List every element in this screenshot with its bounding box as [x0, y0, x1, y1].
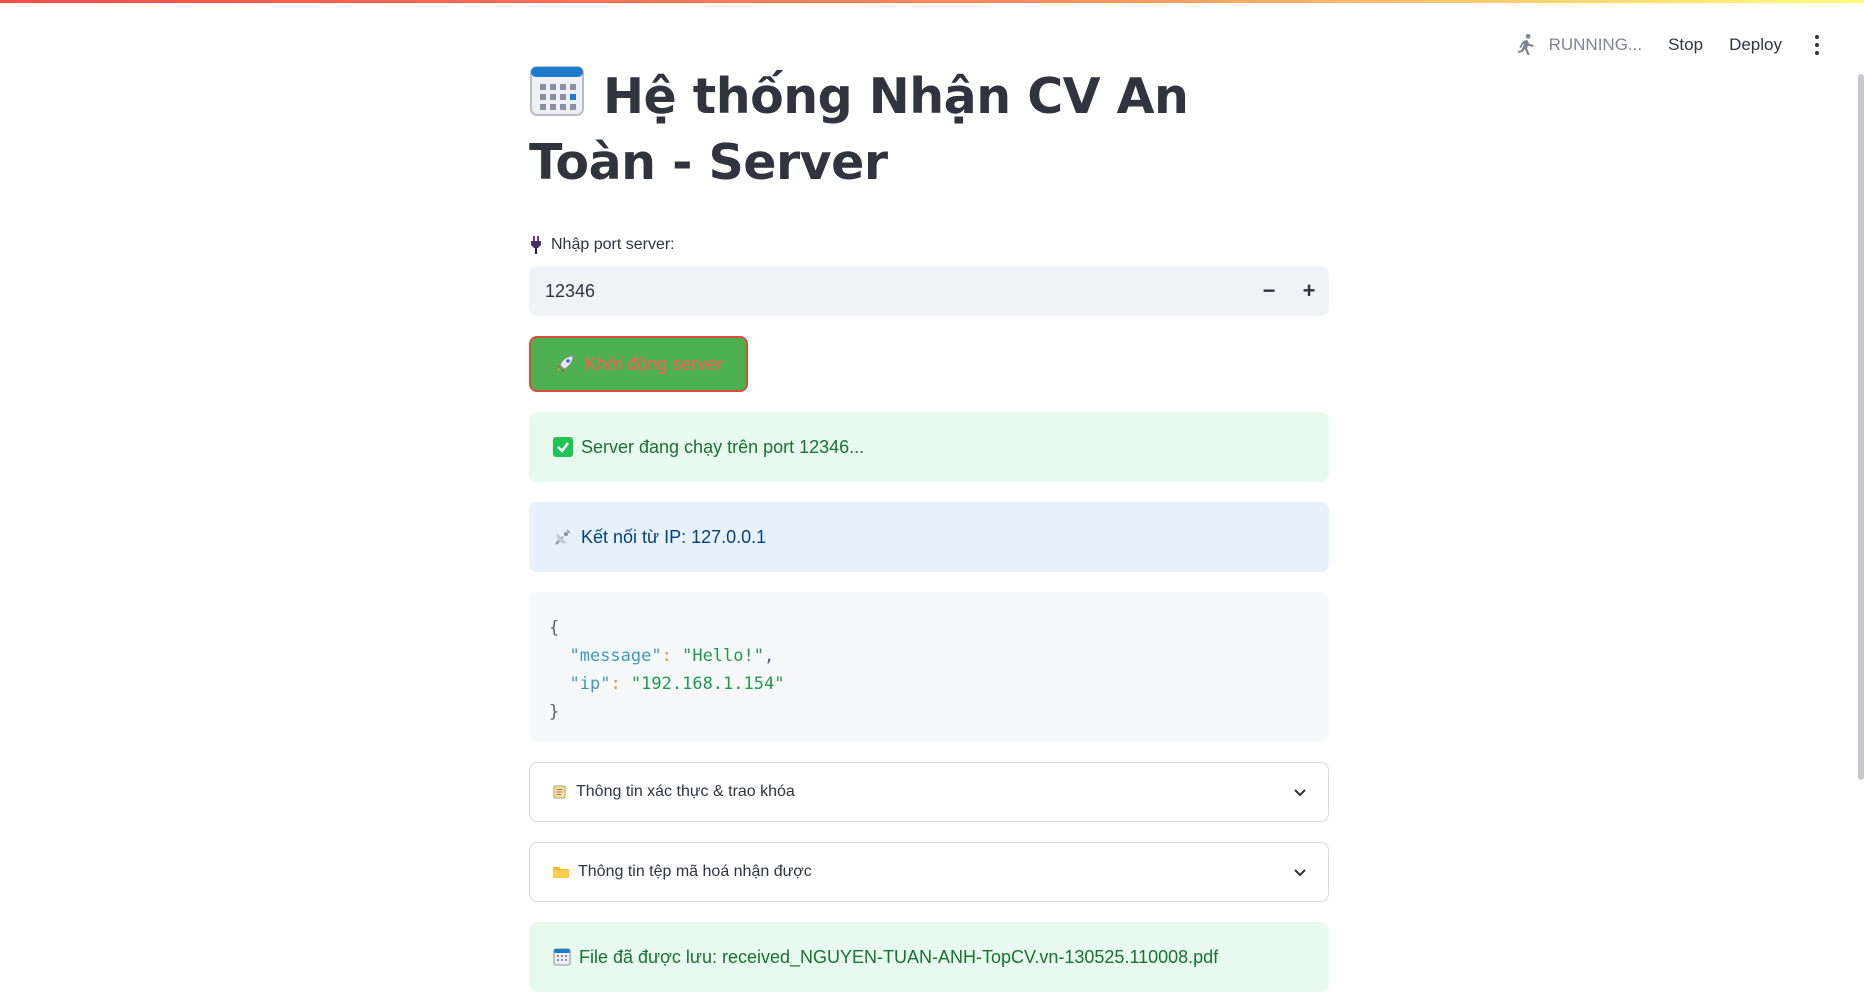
decrement-button[interactable]: − — [1249, 266, 1289, 316]
expander-label: Thông tin tệp mã hoá nhận được — [578, 863, 812, 880]
json-viewer: { "message": "Hello!", "ip": "192.168.1.… — [529, 592, 1329, 742]
connection-info-alert: Kết nối từ IP: 127.0.0.1 — [529, 502, 1329, 572]
plug-icon — [531, 236, 541, 254]
increment-button[interactable]: + — [1289, 266, 1329, 316]
json-close-brace: } — [549, 702, 560, 722]
expander-label: Thông tin xác thực & trao khóa — [576, 783, 795, 800]
kebab-dot — [1815, 35, 1819, 39]
deploy-button[interactable]: Deploy — [1729, 35, 1782, 55]
calendar-icon — [553, 948, 571, 966]
calendar-icon — [530, 66, 584, 116]
kebab-dot — [1815, 43, 1819, 47]
server-running-alert: Server đang chạy trên port 12346... — [529, 412, 1329, 482]
status-text: RUNNING... — [1548, 35, 1643, 54]
auth-key-exchange-expander[interactable]: Thông tin xác thực & trao khóa — [529, 762, 1329, 822]
top-decoration-stripe — [0, 0, 1864, 3]
running-status: RUNNING... — [1513, 32, 1643, 58]
check-icon — [553, 437, 573, 457]
json-value: "Hello!" — [682, 646, 764, 666]
main-menu-button[interactable] — [1808, 30, 1826, 60]
page-title-text: Hệ thống Nhận CV An Toàn - Server — [529, 68, 1189, 191]
rocket-icon — [556, 355, 574, 372]
port-label-text: Nhập port server: — [551, 236, 675, 253]
satellite-icon — [555, 529, 571, 545]
stop-button[interactable]: Stop — [1668, 35, 1703, 55]
port-number-input[interactable]: 12346 − + — [529, 266, 1329, 316]
file-saved-alert: File đã được lưu: received_NGUYEN-TUAN-A… — [529, 922, 1329, 992]
kebab-dot — [1815, 51, 1819, 55]
scroll-icon — [553, 785, 566, 799]
running-man-icon — [1517, 33, 1534, 56]
json-key: "message" — [569, 646, 662, 666]
json-key: "ip" — [569, 674, 611, 694]
app-toolbar: RUNNING... Stop Deploy — [1513, 28, 1826, 62]
port-value[interactable]: 12346 — [529, 281, 595, 302]
port-label: Nhập port server: — [529, 236, 1329, 254]
scrollbar[interactable] — [1858, 74, 1864, 780]
json-open-brace: { — [549, 618, 560, 638]
folder-icon — [553, 867, 569, 878]
chevron-down-icon — [1294, 869, 1306, 877]
page-title: Hệ thống Nhận CV An Toàn - Server — [529, 64, 1329, 196]
json-value: "192.168.1.154" — [630, 674, 785, 694]
start-server-button[interactable]: Khởi động server — [529, 336, 748, 392]
file-saved-text: File đã được lưu: received_NGUYEN-TUAN-A… — [579, 946, 1219, 967]
connection-text: Kết nối từ IP: 127.0.0.1 — [581, 526, 767, 547]
main-content: Hệ thống Nhận CV An Toàn - Server Nhập p… — [529, 64, 1329, 992]
start-server-label: Khởi động server — [584, 353, 723, 374]
chevron-down-icon — [1294, 789, 1306, 797]
encrypted-file-expander[interactable]: Thông tin tệp mã hoá nhận được — [529, 842, 1329, 902]
server-running-text: Server đang chạy trên port 12346... — [581, 436, 865, 457]
